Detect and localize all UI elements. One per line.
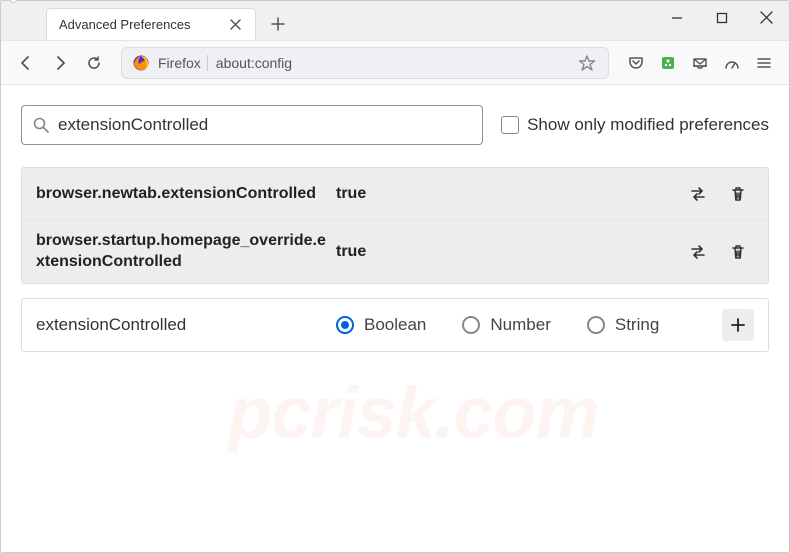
address-brand-label: Firefox <box>158 55 208 71</box>
radio-dot-icon <box>587 316 605 334</box>
radio-label: Number <box>490 315 550 335</box>
address-bar[interactable]: Firefox about:config <box>121 47 609 79</box>
minimize-button[interactable] <box>654 1 699 35</box>
maximize-button[interactable] <box>699 1 744 35</box>
pref-actions <box>682 178 754 210</box>
filter-checkbox-text: Show only modified preferences <box>527 115 769 135</box>
radio-dot-icon <box>336 316 354 334</box>
radio-boolean[interactable]: Boolean <box>336 315 426 335</box>
pref-value: true <box>336 185 682 203</box>
close-tab-icon[interactable] <box>227 16 243 32</box>
watermark-text: pcrisk.com <box>228 372 598 454</box>
window-controls <box>654 1 789 35</box>
search-filter-row: Show only modified preferences <box>21 105 769 145</box>
pocket-icon[interactable] <box>621 48 651 78</box>
add-pref-button[interactable] <box>722 309 754 341</box>
pref-value: true <box>336 243 682 261</box>
filter-checkbox[interactable] <box>501 116 519 134</box>
radio-string[interactable]: String <box>587 315 659 335</box>
content-area: pcrisk.com Show only modified preference… <box>1 85 789 552</box>
toolbar: Firefox about:config <box>1 41 789 85</box>
radio-number[interactable]: Number <box>462 315 550 335</box>
search-input[interactable] <box>58 115 472 135</box>
close-window-button[interactable] <box>744 1 789 35</box>
back-button[interactable] <box>11 48 41 78</box>
dashboard-icon[interactable] <box>717 48 747 78</box>
delete-icon[interactable] <box>722 236 754 268</box>
pref-name: browser.startup.homepage_override.extens… <box>36 231 336 273</box>
tab-active[interactable]: Advanced Preferences <box>46 8 256 40</box>
tab-title: Advanced Preferences <box>59 17 227 32</box>
filter-checkbox-label[interactable]: Show only modified preferences <box>501 115 769 135</box>
toggle-icon[interactable] <box>682 236 714 268</box>
forward-button[interactable] <box>45 48 75 78</box>
radio-label: String <box>615 315 659 335</box>
address-url-text: about:config <box>216 55 568 71</box>
new-pref-name: extensionControlled <box>36 315 336 335</box>
toggle-icon[interactable] <box>682 178 714 210</box>
radio-label: Boolean <box>364 315 426 335</box>
pref-name: browser.newtab.extensionControlled <box>36 184 336 205</box>
toolbar-right-icons <box>621 48 779 78</box>
pref-row[interactable]: browser.startup.homepage_override.extens… <box>22 221 768 283</box>
pref-row[interactable]: browser.newtab.extensionControlled true <box>22 168 768 221</box>
menu-button[interactable] <box>749 48 779 78</box>
bookmark-star-icon[interactable] <box>576 52 598 74</box>
pref-list: browser.newtab.extensionControlled true … <box>21 167 769 284</box>
extension-icon[interactable] <box>653 48 683 78</box>
search-icon <box>32 116 50 134</box>
window-frame: Advanced Preferences <box>0 0 790 553</box>
new-pref-row: extensionControlled Boolean Number Strin… <box>21 298 769 352</box>
inbox-icon[interactable] <box>685 48 715 78</box>
firefox-icon <box>132 54 150 72</box>
delete-icon[interactable] <box>722 178 754 210</box>
search-field-container <box>21 105 483 145</box>
new-tab-button[interactable] <box>264 10 292 38</box>
new-pref-type-options: Boolean Number String <box>336 315 722 335</box>
radio-dot-icon <box>462 316 480 334</box>
title-bar: Advanced Preferences <box>1 1 789 41</box>
reload-button[interactable] <box>79 48 109 78</box>
pref-actions <box>682 236 754 268</box>
